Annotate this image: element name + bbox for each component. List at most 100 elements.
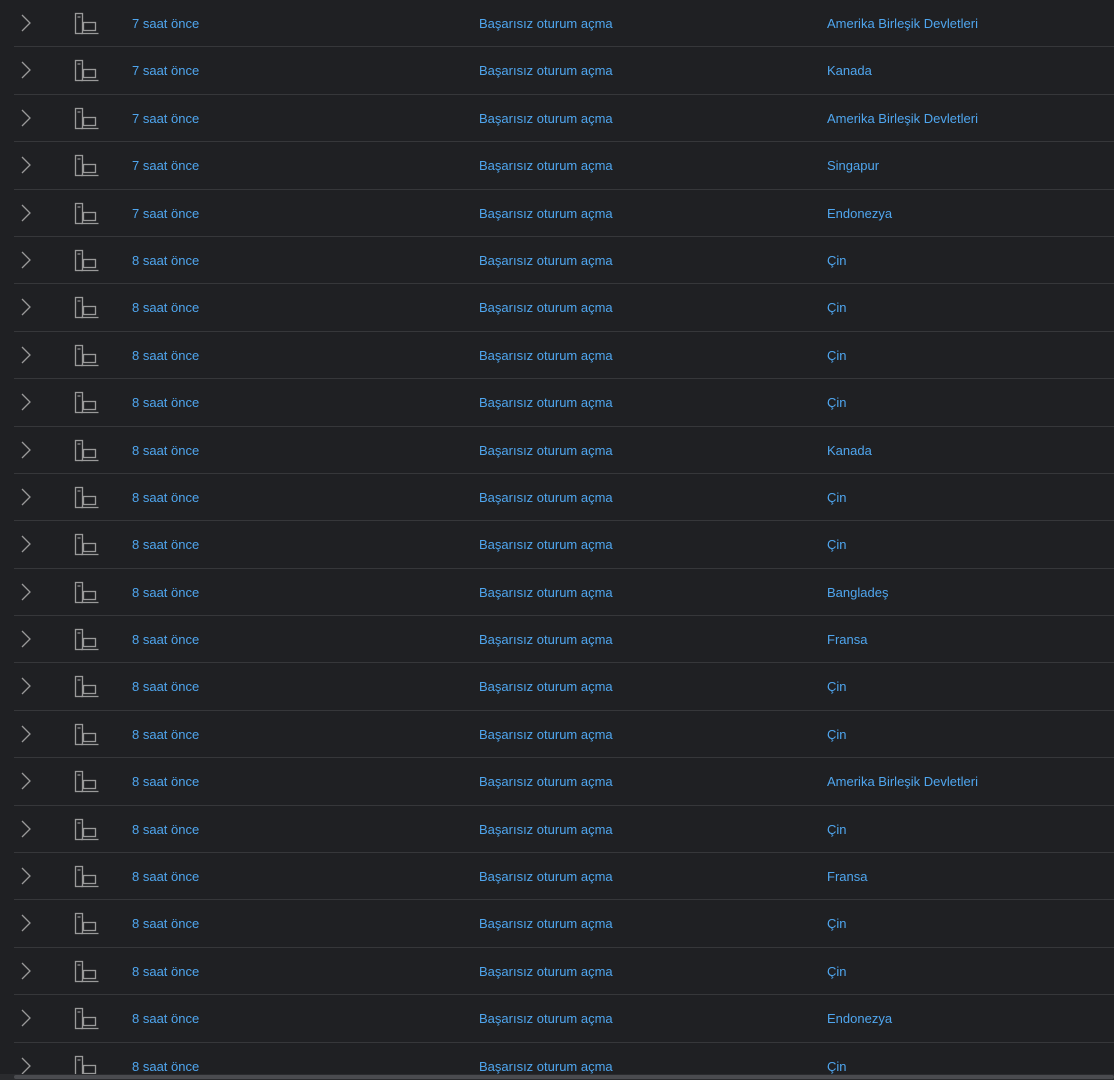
activity-location-link[interactable]: Çin (827, 806, 847, 852)
activity-row[interactable]: 8 saat önce Başarısız oturum açma Endone… (14, 995, 1114, 1043)
activity-location-link[interactable]: Çin (827, 237, 847, 283)
activity-time-link[interactable]: 8 saat önce (132, 474, 199, 520)
activity-location-link[interactable]: Fransa (827, 853, 867, 899)
activity-location-link[interactable]: Amerika Birleşik Devletleri (827, 0, 978, 46)
activity-row[interactable]: 8 saat önce Başarısız oturum açma Kanada (14, 427, 1114, 474)
activity-row[interactable]: 7 saat önce Başarısız oturum açma Singap… (14, 142, 1114, 190)
activity-time-link[interactable]: 8 saat önce (132, 521, 199, 567)
activity-time-link[interactable]: 8 saat önce (132, 758, 199, 804)
activity-row[interactable]: 8 saat önce Başarısız oturum açma Çin (14, 379, 1114, 427)
activity-time-link[interactable]: 8 saat önce (132, 995, 199, 1041)
activity-event-link[interactable]: Başarısız oturum açma (479, 284, 613, 330)
activity-event-link[interactable]: Başarısız oturum açma (479, 521, 613, 567)
chevron-right-icon[interactable] (20, 298, 32, 316)
activity-time-link[interactable]: 8 saat önce (132, 569, 199, 615)
chevron-right-icon[interactable] (20, 14, 32, 32)
activity-event-link[interactable]: Başarısız oturum açma (479, 569, 613, 615)
activity-event-link[interactable]: Başarısız oturum açma (479, 237, 613, 283)
chevron-right-icon[interactable] (20, 109, 32, 127)
activity-row[interactable]: 8 saat önce Başarısız oturum açma Çin (14, 237, 1114, 285)
chevron-right-icon[interactable] (20, 61, 32, 79)
activity-location-link[interactable]: Amerika Birleşik Devletleri (827, 95, 978, 141)
activity-row[interactable]: 8 saat önce Başarısız oturum açma Bangla… (14, 569, 1114, 617)
chevron-right-icon[interactable] (20, 1057, 32, 1075)
activity-location-link[interactable]: Çin (827, 332, 847, 378)
activity-event-link[interactable]: Başarısız oturum açma (479, 663, 613, 709)
activity-event-link[interactable]: Başarısız oturum açma (479, 758, 613, 804)
activity-time-link[interactable]: 8 saat önce (132, 427, 199, 473)
activity-location-link[interactable]: Çin (827, 900, 847, 946)
activity-time-link[interactable]: 8 saat önce (132, 806, 199, 852)
activity-location-link[interactable]: Çin (827, 474, 847, 520)
chevron-right-icon[interactable] (20, 156, 32, 174)
chevron-right-icon[interactable] (20, 204, 32, 222)
chevron-right-icon[interactable] (20, 725, 32, 743)
chevron-right-icon[interactable] (20, 630, 32, 648)
activity-event-link[interactable]: Başarısız oturum açma (479, 190, 613, 236)
activity-event-link[interactable]: Başarısız oturum açma (479, 332, 613, 378)
chevron-right-icon[interactable] (20, 488, 32, 506)
activity-location-link[interactable]: Bangladeş (827, 569, 888, 615)
activity-event-link[interactable]: Başarısız oturum açma (479, 379, 613, 425)
chevron-right-icon[interactable] (20, 772, 32, 790)
activity-time-link[interactable]: 8 saat önce (132, 332, 199, 378)
activity-row[interactable]: 8 saat önce Başarısız oturum açma Amerik… (14, 758, 1114, 806)
activity-time-link[interactable]: 8 saat önce (132, 948, 199, 994)
activity-row[interactable]: 8 saat önce Başarısız oturum açma Çin (14, 474, 1114, 522)
activity-event-link[interactable]: Başarısız oturum açma (479, 47, 613, 93)
activity-row[interactable]: 8 saat önce Başarısız oturum açma Çin (14, 948, 1114, 996)
activity-row[interactable]: 8 saat önce Başarısız oturum açma Fransa (14, 853, 1114, 901)
activity-location-link[interactable]: Çin (827, 948, 847, 994)
activity-event-link[interactable]: Başarısız oturum açma (479, 900, 613, 946)
chevron-right-icon[interactable] (20, 251, 32, 269)
activity-time-link[interactable]: 7 saat önce (132, 0, 199, 46)
activity-event-link[interactable]: Başarısız oturum açma (479, 616, 613, 662)
activity-event-link[interactable]: Başarısız oturum açma (479, 806, 613, 852)
activity-location-link[interactable]: Çin (827, 663, 847, 709)
activity-time-link[interactable]: 8 saat önce (132, 284, 199, 330)
activity-location-link[interactable]: Endonezya (827, 190, 892, 236)
activity-row[interactable]: 8 saat önce Başarısız oturum açma Çin (14, 284, 1114, 332)
activity-event-link[interactable]: Başarısız oturum açma (479, 948, 613, 994)
activity-time-link[interactable]: 7 saat önce (132, 142, 199, 188)
activity-event-link[interactable]: Başarısız oturum açma (479, 95, 613, 141)
activity-location-link[interactable]: Çin (827, 379, 847, 425)
activity-location-link[interactable]: Çin (827, 521, 847, 567)
chevron-right-icon[interactable] (20, 820, 32, 838)
activity-time-link[interactable]: 7 saat önce (132, 47, 199, 93)
chevron-right-icon[interactable] (20, 914, 32, 932)
chevron-right-icon[interactable] (20, 441, 32, 459)
activity-location-link[interactable]: Singapur (827, 142, 879, 188)
activity-row[interactable]: 8 saat önce Başarısız oturum açma Çin (14, 900, 1114, 948)
activity-time-link[interactable]: 8 saat önce (132, 379, 199, 425)
activity-event-link[interactable]: Başarısız oturum açma (479, 142, 613, 188)
activity-event-link[interactable]: Başarısız oturum açma (479, 474, 613, 520)
activity-row[interactable]: 8 saat önce Başarısız oturum açma Fransa (14, 616, 1114, 664)
horizontal-scrollbar[interactable] (0, 1074, 1114, 1080)
activity-row[interactable]: 7 saat önce Başarısız oturum açma Amerik… (14, 95, 1114, 143)
activity-time-link[interactable]: 8 saat önce (132, 900, 199, 946)
activity-event-link[interactable]: Başarısız oturum açma (479, 427, 613, 473)
activity-event-link[interactable]: Başarısız oturum açma (479, 0, 613, 46)
activity-row[interactable]: 7 saat önce Başarısız oturum açma Kanada (14, 47, 1114, 95)
activity-location-link[interactable]: Fransa (827, 616, 867, 662)
activity-row[interactable]: 8 saat önce Başarısız oturum açma Çin (14, 711, 1114, 759)
activity-event-link[interactable]: Başarısız oturum açma (479, 995, 613, 1041)
activity-time-link[interactable]: 8 saat önce (132, 711, 199, 757)
activity-location-link[interactable]: Çin (827, 711, 847, 757)
activity-time-link[interactable]: 8 saat önce (132, 663, 199, 709)
activity-location-link[interactable]: Amerika Birleşik Devletleri (827, 758, 978, 804)
chevron-right-icon[interactable] (20, 535, 32, 553)
activity-event-link[interactable]: Başarısız oturum açma (479, 711, 613, 757)
activity-row[interactable]: 7 saat önce Başarısız oturum açma Amerik… (14, 0, 1114, 48)
activity-time-link[interactable]: 7 saat önce (132, 95, 199, 141)
activity-time-link[interactable]: 8 saat önce (132, 853, 199, 899)
activity-row[interactable]: 8 saat önce Başarısız oturum açma Çin (14, 806, 1114, 854)
activity-time-link[interactable]: 7 saat önce (132, 190, 199, 236)
activity-row[interactable]: 8 saat önce Başarısız oturum açma Çin (14, 521, 1114, 569)
chevron-right-icon[interactable] (20, 867, 32, 885)
chevron-right-icon[interactable] (20, 962, 32, 980)
activity-location-link[interactable]: Kanada (827, 47, 872, 93)
chevron-right-icon[interactable] (20, 393, 32, 411)
activity-location-link[interactable]: Endonezya (827, 995, 892, 1041)
